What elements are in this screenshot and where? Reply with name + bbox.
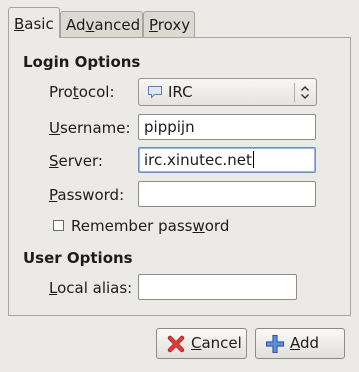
tab-advanced-label-pre: Ad <box>66 16 86 34</box>
protocol-value: IRC <box>168 83 193 101</box>
cancel-button-label: Cancel <box>191 329 242 358</box>
password-label-post: assword: <box>57 186 125 204</box>
user-options-heading: User Options <box>23 249 133 267</box>
server-label-post: erver: <box>58 152 103 170</box>
password-label: Password: <box>49 186 124 204</box>
remember-label-post: ord <box>204 217 230 235</box>
server-field[interactable]: irc.xinutec.net <box>138 147 316 173</box>
tab-basic[interactable]: Basic <box>8 7 60 38</box>
cancel-label-rest: ancel <box>201 334 242 352</box>
remember-label-pre: Remember pass <box>71 217 193 235</box>
protocol-label: Protocol: <box>49 83 115 101</box>
add-mnemonic: A <box>290 334 300 352</box>
login-options-heading: Login Options <box>23 53 141 71</box>
red-x-icon <box>167 335 185 353</box>
server-label-mnemonic: S <box>49 152 59 170</box>
tab-advanced-label: anced <box>94 16 141 34</box>
cancel-mnemonic: C <box>191 334 202 352</box>
server-value: irc.xinutec.net <box>144 151 252 169</box>
username-field[interactable]: pippijn <box>138 114 316 140</box>
tab-proxy-mnemonic: P <box>149 16 158 34</box>
add-button-label: Add <box>290 329 319 358</box>
protocol-combo[interactable]: IRC <box>138 78 317 106</box>
username-label: Username: <box>49 119 131 137</box>
tab-basic-label: asic <box>24 15 54 33</box>
local-alias-label-mnemonic: L <box>49 279 58 297</box>
remember-password-checkbox[interactable] <box>53 220 64 231</box>
chat-bubble-icon <box>148 86 162 99</box>
tab-proxy-label: roxy <box>157 16 191 34</box>
tab-advanced[interactable]: Advanced <box>60 11 143 37</box>
password-field[interactable] <box>138 181 316 207</box>
local-alias-field[interactable] <box>138 274 297 300</box>
protocol-label-post: ocol: <box>78 83 115 101</box>
add-button[interactable]: Add <box>255 328 345 359</box>
tab-proxy[interactable]: Proxy <box>143 11 195 37</box>
tab-panel-basic: Login Options Protocol: IRC Username: pi… <box>8 37 351 316</box>
username-label-post: sername: <box>59 119 131 137</box>
local-alias-label-post: ocal alias: <box>57 279 133 297</box>
add-label-rest: dd <box>300 334 320 352</box>
remember-password-label[interactable]: Remember password <box>71 217 229 235</box>
up-down-arrows-icon <box>301 86 309 99</box>
cancel-button[interactable]: Cancel <box>156 328 247 359</box>
blue-plus-icon <box>266 335 284 353</box>
combo-separator <box>294 83 295 102</box>
remember-label-mnemonic: w <box>192 217 205 235</box>
server-label: Server: <box>49 152 103 170</box>
protocol-label-pre: Pro <box>49 83 73 101</box>
tab-basic-mnemonic: B <box>14 15 25 33</box>
local-alias-label: Local alias: <box>49 279 132 297</box>
username-label-mnemonic: U <box>49 119 60 137</box>
text-caret <box>252 151 254 168</box>
